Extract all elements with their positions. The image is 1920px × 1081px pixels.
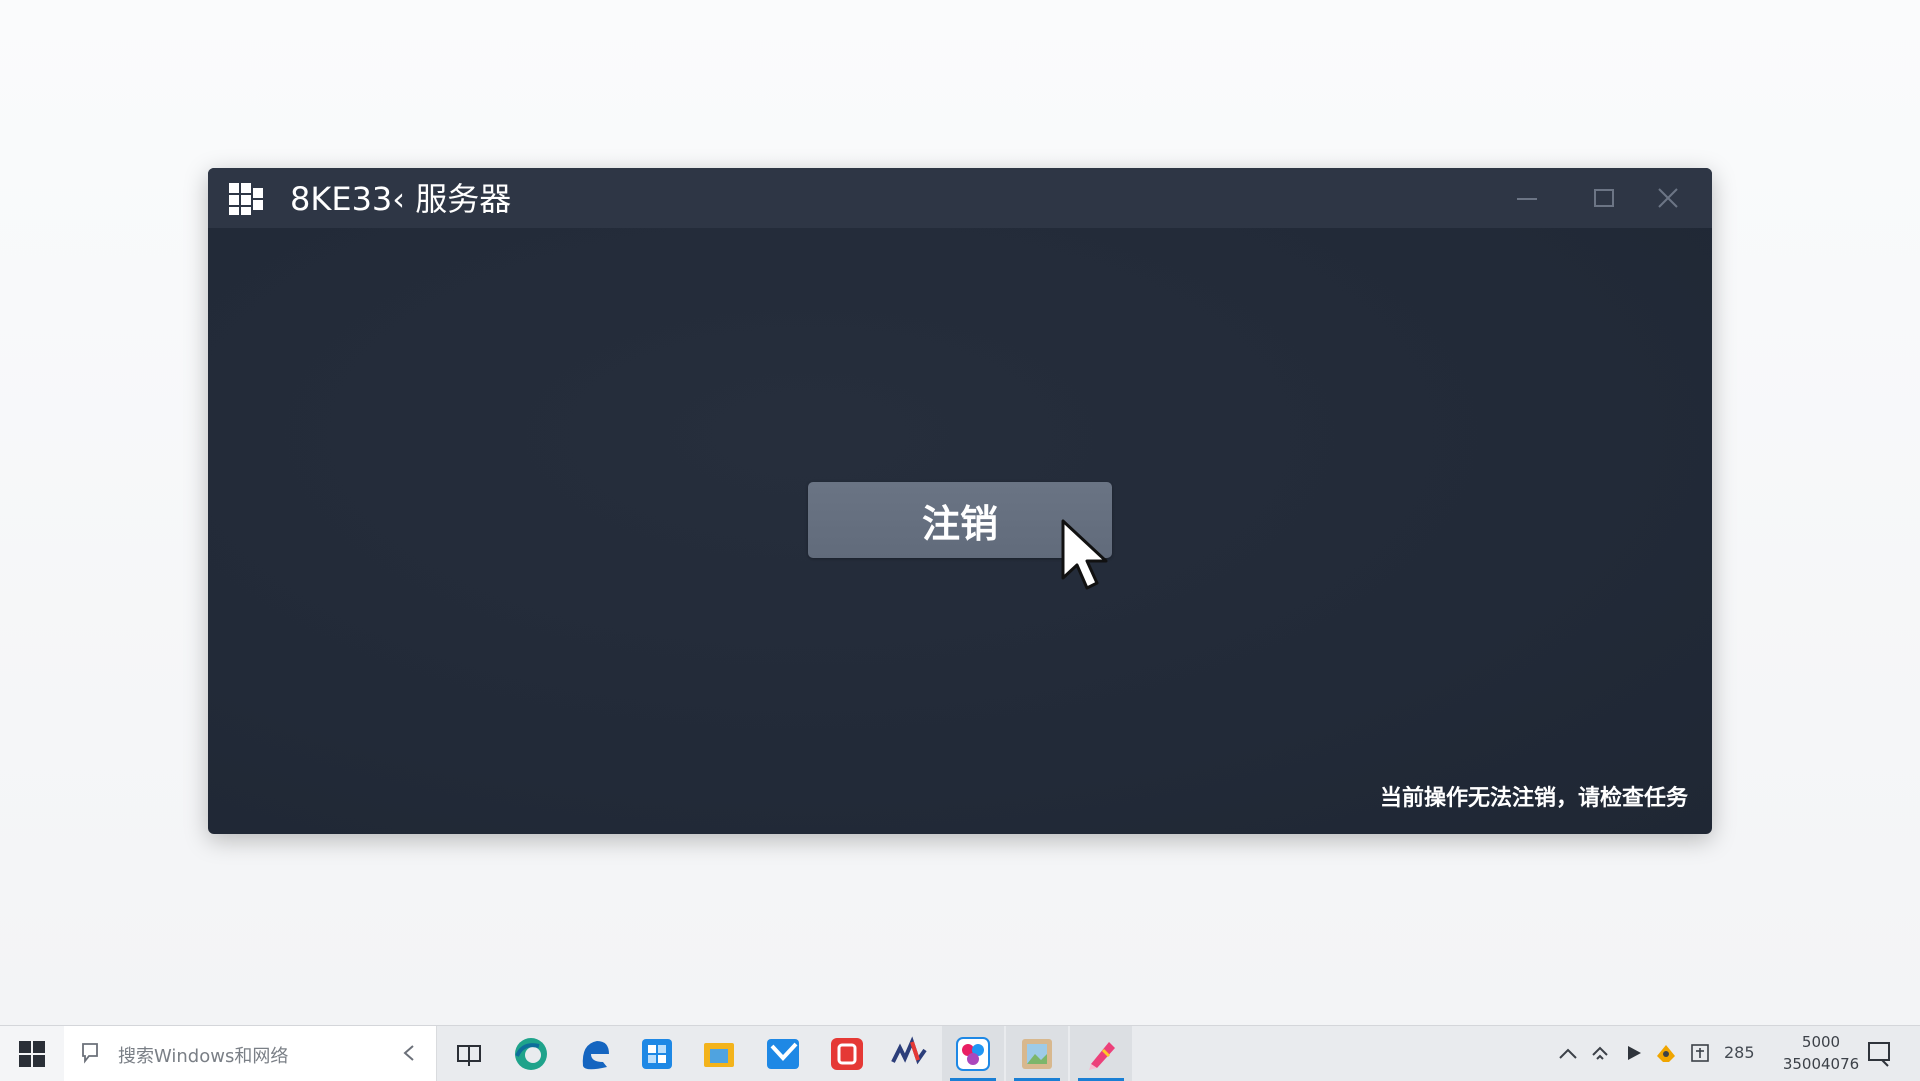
taskbar-app-red[interactable]: [816, 1026, 878, 1081]
store-icon: [642, 1038, 672, 1069]
taskbar-app-pencil[interactable]: [1070, 1026, 1132, 1081]
task-view-icon: [457, 1044, 481, 1066]
music-icon: [891, 1035, 927, 1064]
taskbar-search-box[interactable]: 搜索Windows和网络: [64, 1026, 437, 1081]
taskbar-app-file-explorer[interactable]: [688, 1026, 750, 1081]
image-app-icon: [1022, 1038, 1052, 1069]
desktop: 8KE33‹ 服务器 注销 当前操作无法注销，请检查任务: [0, 0, 1920, 1025]
task-view-button[interactable]: [438, 1026, 500, 1081]
pencil-app-icon: [1089, 1041, 1115, 1070]
mouse-cursor-icon: [1061, 519, 1108, 590]
tray-ime-icon[interactable]: [1688, 1041, 1712, 1065]
status-message: 当前操作无法注销，请检查任务: [1379, 786, 1688, 811]
taskbar-app-music[interactable]: [878, 1026, 940, 1081]
red-app-icon: [831, 1037, 863, 1070]
folder-icon: [704, 1042, 734, 1067]
tray-network-icon[interactable]: [1588, 1041, 1612, 1065]
taskbar-app-image[interactable]: [1006, 1026, 1068, 1081]
edge-icon: [515, 1037, 547, 1070]
maximize-button[interactable]: [1581, 180, 1627, 216]
close-icon: [1658, 188, 1678, 208]
maximize-icon: [1594, 189, 1614, 207]
mail-icon: [767, 1038, 799, 1069]
tray-app-icon[interactable]: [1654, 1041, 1678, 1065]
title-bar[interactable]: 8KE33‹ 服务器: [208, 168, 1712, 228]
search-placeholder: 搜索Windows和网络: [118, 1046, 289, 1067]
colorful-app-icon: [956, 1036, 990, 1071]
taskbar-clock[interactable]: 5000 35004076: [1766, 1031, 1876, 1075]
window-title: 8KE33‹ 服务器: [290, 180, 512, 218]
browser-icon: [582, 1040, 609, 1069]
server-window: 8KE33‹ 服务器 注销 当前操作无法注销，请检查任务: [208, 168, 1712, 834]
minimize-button[interactable]: [1504, 180, 1550, 216]
taskbar-app-mail[interactable]: [752, 1026, 814, 1081]
clock-time: 5000: [1801, 1033, 1841, 1051]
search-icon: [82, 1043, 98, 1064]
clock-date: 35004076: [1782, 1055, 1860, 1073]
chevron-left-icon[interactable]: [402, 1044, 416, 1062]
windows-logo-icon: [229, 183, 263, 215]
start-button[interactable]: [0, 1026, 64, 1081]
taskbar-app-store[interactable]: [626, 1026, 688, 1081]
taskbar-app-edge[interactable]: [500, 1026, 562, 1081]
tray-show-hidden-icon[interactable]: [1556, 1041, 1580, 1065]
close-button[interactable]: [1645, 180, 1691, 216]
taskbar-app-colorful[interactable]: [942, 1026, 1004, 1081]
notification-icon[interactable]: [1866, 1040, 1894, 1068]
taskbar: 搜索Windows和网络 285 5000 35004076: [0, 1025, 1920, 1081]
minimize-icon: [1517, 198, 1537, 200]
tray-text: 285: [1724, 1043, 1755, 1062]
taskbar-app-browser[interactable]: [564, 1026, 626, 1081]
tray-play-icon[interactable]: [1622, 1041, 1646, 1065]
windows-start-icon: [19, 1040, 45, 1067]
